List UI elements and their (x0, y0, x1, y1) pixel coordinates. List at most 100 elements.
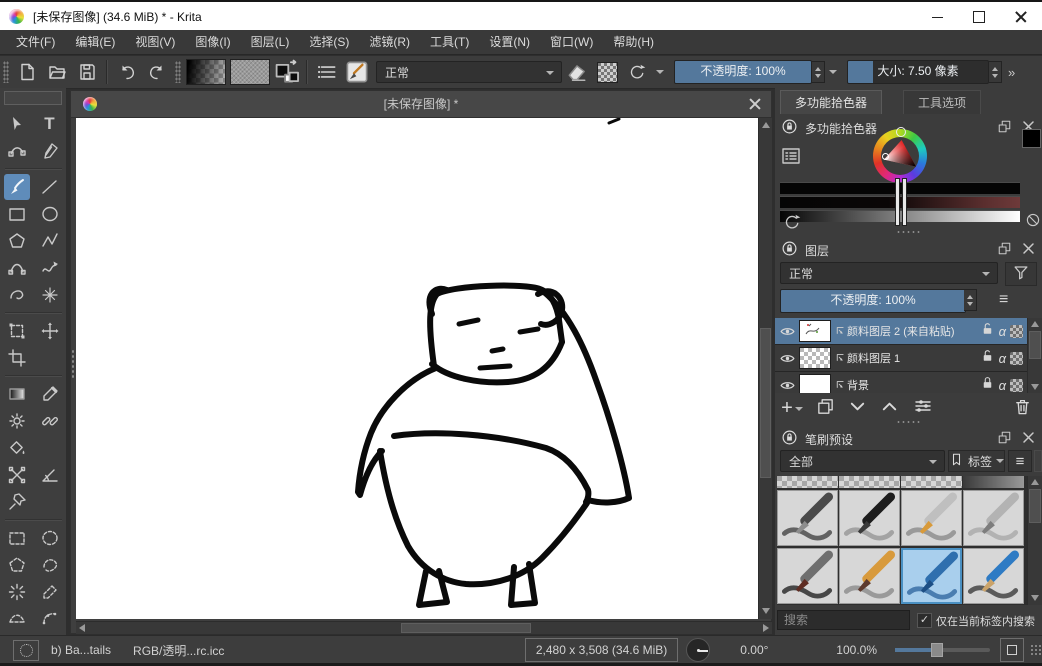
toolbar-overflow-chevron[interactable]: » (1008, 65, 1013, 80)
menu-window[interactable]: 窗口(W) (540, 30, 603, 55)
reload-options-dropdown[interactable] (652, 59, 668, 85)
tool-rectangle[interactable] (4, 201, 30, 227)
zoom-to-fit-button[interactable] (1000, 638, 1024, 662)
tool-freehand-path[interactable] (37, 255, 63, 281)
brush-filter-dropdown[interactable]: 全部 (780, 450, 945, 472)
opacity-spinner[interactable] (812, 61, 825, 83)
triangle-handle[interactable] (882, 153, 889, 160)
tool-select-contiguous[interactable] (4, 579, 30, 605)
docker-splitter-handle[interactable] (896, 230, 922, 234)
tool-freehand-brush[interactable] (4, 174, 30, 200)
toolbox-header-handle[interactable] (4, 91, 62, 105)
brush-preset-ink-pen-dark[interactable] (777, 490, 838, 546)
menu-help[interactable]: 帮助(H) (603, 30, 664, 55)
tool-select-bezier[interactable] (4, 606, 30, 632)
brush-preset-partial[interactable] (963, 476, 1024, 488)
hue-handle[interactable] (896, 127, 906, 137)
tool-bezier-curve[interactable] (4, 255, 30, 281)
tool-move[interactable] (37, 318, 63, 344)
inherit-alpha-icon[interactable]: α (999, 378, 1006, 393)
close-button[interactable] (1000, 4, 1042, 30)
pattern-swatch-button[interactable] (230, 59, 270, 85)
brush-preset-fineliner-silver-orange[interactable] (901, 490, 962, 546)
reload-preset-button[interactable] (622, 58, 652, 86)
layer-filter-button[interactable] (1005, 262, 1037, 286)
add-layer-button[interactable]: + (775, 397, 809, 420)
brush-menu-button[interactable]: ≡ (1008, 450, 1032, 472)
layer-properties-button[interactable] (905, 396, 941, 421)
tool-select-polygonal[interactable] (4, 552, 30, 578)
float-docker-icon[interactable] (997, 241, 1012, 259)
brush-preset-ink-pen-black[interactable] (839, 490, 900, 546)
menu-settings[interactable]: 设置(N) (479, 30, 540, 55)
tab-advanced-color-selector[interactable]: 多功能拾色器 (780, 90, 882, 114)
tool-gradient[interactable] (4, 381, 30, 407)
docker-splitter-handle[interactable] (896, 420, 922, 424)
tool-select-magnetic[interactable] (37, 606, 63, 632)
alpha-lock-icon[interactable] (1010, 352, 1023, 365)
brush-presets-list-button[interactable] (312, 58, 342, 86)
open-document-button[interactable] (42, 58, 72, 86)
layer-row[interactable]: 颜料图层 2 (来自粘贴) α (775, 318, 1027, 345)
layer-row[interactable]: 背景 α (775, 372, 1027, 393)
float-docker-icon[interactable] (997, 430, 1012, 448)
tool-select-shapes[interactable] (4, 111, 30, 137)
inherit-alpha-icon[interactable]: α (999, 324, 1006, 339)
docker-lock-icon[interactable] (781, 240, 798, 260)
color-history-bar[interactable] (780, 182, 1020, 194)
hue-gradient-bar[interactable] (780, 196, 1020, 208)
brush-preset-partial[interactable] (777, 476, 838, 488)
docker-lock-icon[interactable] (781, 429, 798, 449)
float-docker-icon[interactable] (997, 119, 1012, 137)
menu-layer[interactable]: 图层(L) (241, 30, 300, 55)
menu-file[interactable]: 文件(F) (6, 30, 65, 55)
layer-list-scrollbar[interactable] (1027, 318, 1042, 393)
alpha-lock-icon[interactable] (1010, 325, 1023, 338)
docker-lock-icon[interactable] (781, 118, 798, 138)
layer-visibility-icon[interactable] (775, 377, 799, 394)
zoom-slider[interactable] (895, 648, 990, 652)
duplicate-layer-button[interactable] (809, 397, 841, 421)
undo-button[interactable] (112, 58, 142, 86)
tool-fill[interactable] (4, 435, 30, 461)
lock-open-icon[interactable] (980, 348, 995, 368)
layer-row[interactable]: 颜料图层 1 α (775, 345, 1027, 372)
brush-preset-pencil-blue[interactable] (963, 548, 1024, 604)
brush-size-slider[interactable]: 大小: 7.50 像素 (847, 60, 989, 84)
tool-calligraphy[interactable] (37, 138, 63, 164)
canvas-tab-bar[interactable]: [未保存图像] * (71, 91, 771, 118)
tool-select-similar-color[interactable] (37, 579, 63, 605)
move-layer-up-button[interactable] (873, 397, 905, 421)
tool-select-elliptical[interactable] (37, 525, 63, 551)
tool-text[interactable]: T (37, 111, 63, 137)
selection-mode-button[interactable] (13, 640, 39, 661)
tool-line[interactable] (37, 174, 63, 200)
tool-edit-shapes[interactable] (4, 138, 30, 164)
tool-select-rectangular[interactable] (4, 525, 30, 551)
no-color-icon[interactable] (1025, 212, 1041, 233)
menu-filter[interactable]: 滤镜(R) (359, 30, 420, 55)
lock-open-icon[interactable] (980, 321, 995, 341)
horizontal-scroll-thumb[interactable] (401, 623, 531, 633)
tool-multibrush[interactable] (37, 282, 63, 308)
refresh-colors-icon[interactable] (783, 213, 802, 237)
brush-grid-scrollbar[interactable] (1027, 476, 1042, 605)
tool-color-sampler[interactable] (37, 381, 63, 407)
tool-crop[interactable] (4, 345, 30, 371)
canvas-vertical-scrollbar[interactable] (758, 118, 772, 619)
layer-visibility-icon[interactable] (775, 350, 799, 367)
swap-fg-bg-colors-button[interactable] (272, 58, 302, 86)
layer-opacity-slider[interactable]: 不透明度: 100% (780, 289, 966, 313)
tool-dynamic-brush[interactable] (4, 282, 30, 308)
save-button[interactable] (72, 58, 102, 86)
brush-preset-partial[interactable] (901, 476, 962, 488)
brush-search-input[interactable] (777, 610, 910, 630)
menu-image[interactable]: 图像(I) (185, 30, 240, 55)
brush-preset-paintbrush-dark[interactable] (777, 548, 838, 604)
minimize-button[interactable] (916, 4, 958, 30)
tool-reference-images[interactable] (4, 489, 30, 515)
inherit-alpha-icon[interactable]: α (999, 351, 1006, 366)
edit-brush-settings-button[interactable] (342, 58, 372, 86)
opacity-slider[interactable]: 不透明度: 100% (674, 60, 812, 84)
canvas[interactable] (76, 118, 758, 619)
